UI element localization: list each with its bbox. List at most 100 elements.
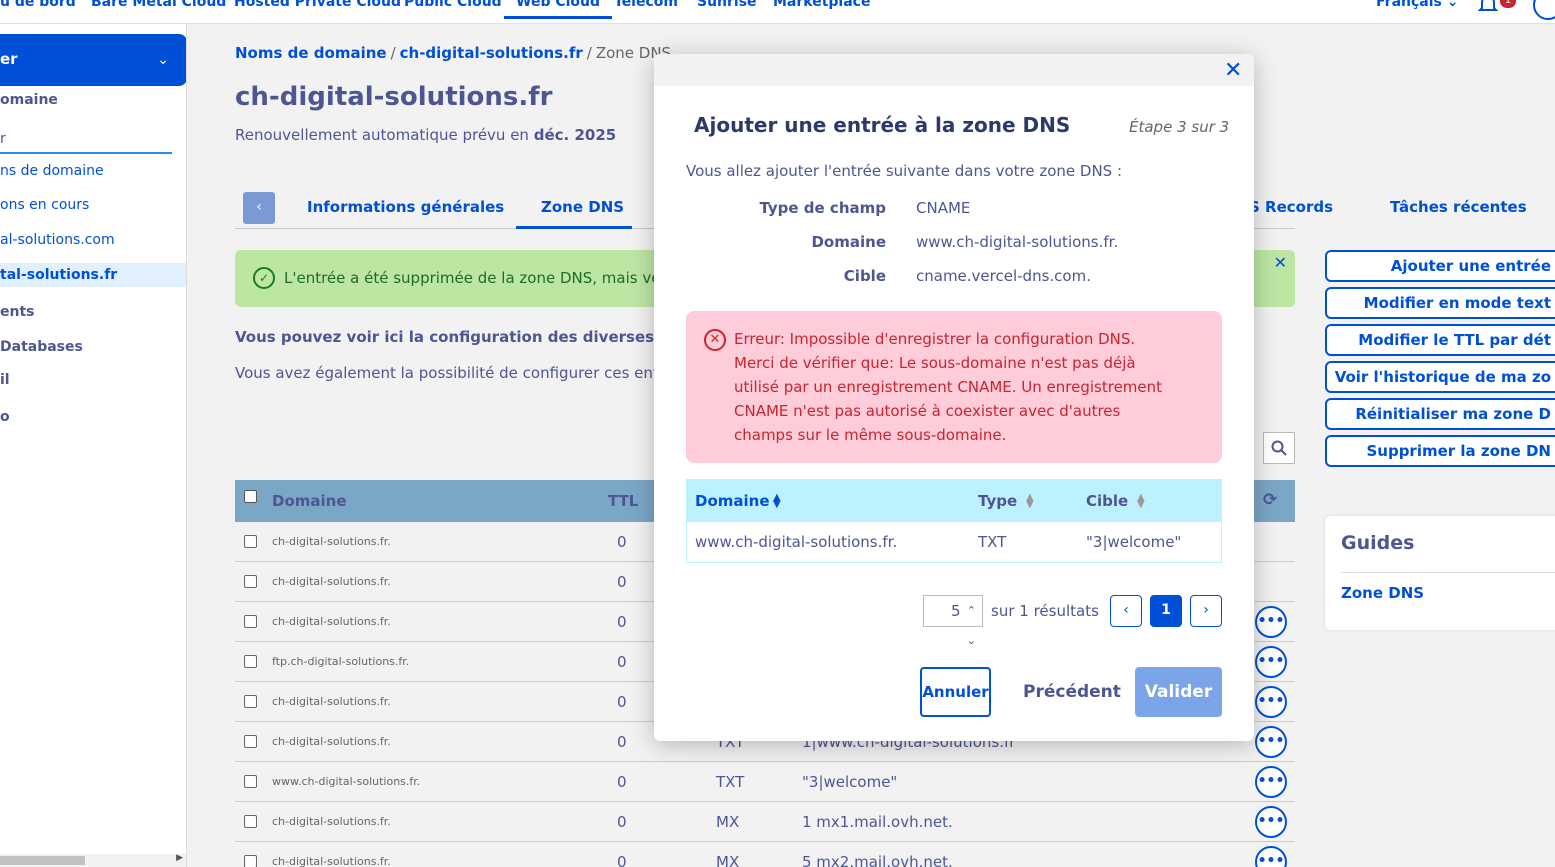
- more-options-icon[interactable]: •••: [1255, 806, 1287, 838]
- field-type-value: CNAME: [916, 199, 971, 217]
- tab-dns-zone[interactable]: Zone DNS: [541, 198, 624, 216]
- row-checkbox[interactable]: [244, 535, 257, 548]
- tab-recent-tasks[interactable]: Tâches récentes: [1390, 198, 1527, 216]
- row-ttl: 0: [617, 693, 627, 711]
- edit-text-mode-button[interactable]: Modifier en mode text: [1325, 287, 1555, 319]
- page-size-select[interactable]: 5 ⌃ ⌄: [923, 595, 983, 647]
- language-selector[interactable]: Français ⌄: [1376, 0, 1458, 10]
- sidebar-item-domain-names[interactable]: ns de domaine: [0, 163, 104, 179]
- tab-general-info[interactable]: Informations générales: [307, 198, 504, 216]
- field-type: Type de champ CNAME: [654, 199, 1254, 219]
- breadcrumb: Noms de domaine / ch-digital-solutions.fr /…: [235, 44, 672, 62]
- previous-button[interactable]: Précédent: [1023, 682, 1121, 702]
- reset-zone-button[interactable]: Réinitialiser ma zone D: [1325, 398, 1555, 430]
- field-domain-label: Domaine: [811, 233, 886, 251]
- nav-item-sunrise[interactable]: Sunrise: [697, 0, 757, 10]
- close-icon[interactable]: ✕: [1274, 253, 1287, 272]
- breadcrumb-domain[interactable]: ch-digital-solutions.fr: [400, 44, 583, 62]
- modal-title: Ajouter une entrée à la zone DNS: [694, 113, 1071, 137]
- sidebar-section-email[interactable]: il: [0, 372, 10, 388]
- sidebar-item-domain-com[interactable]: al-solutions.com: [0, 232, 115, 248]
- more-options-icon[interactable]: •••: [1255, 726, 1287, 758]
- sidebar-section-databases[interactable]: Databases: [0, 339, 83, 355]
- more-options-icon[interactable]: •••: [1255, 766, 1287, 798]
- view-history-button[interactable]: Voir l'historique de ma zo: [1325, 361, 1555, 393]
- column-header-type[interactable]: Type: [978, 492, 1017, 510]
- more-options-icon[interactable]: •••: [1255, 686, 1287, 718]
- submit-button[interactable]: Valider: [1135, 667, 1222, 717]
- row-ttl: 0: [617, 813, 627, 831]
- sidebar-search-input[interactable]: r: [0, 128, 172, 154]
- sidebar-item-domain-fr[interactable]: tal-solutions.fr: [0, 267, 117, 283]
- row-type: MX: [716, 853, 740, 867]
- row-domain: ch-digital-solutions.fr.: [272, 535, 391, 548]
- nav-item-dashboard[interactable]: u de bord: [0, 0, 76, 10]
- top-navigation: u de bord Bare Metal Cloud Hosted Privat…: [0, 0, 1555, 24]
- notification-badge: 1: [1500, 0, 1516, 8]
- row-checkbox[interactable]: [244, 695, 257, 708]
- scroll-right-icon[interactable]: ▶: [176, 853, 183, 863]
- scrollbar-thumb[interactable]: [0, 856, 85, 865]
- nav-item-hosted-private-cloud[interactable]: Hosted Private Cloud: [234, 0, 401, 10]
- row-ttl: 0: [617, 533, 627, 551]
- row-checkbox[interactable]: [244, 655, 257, 668]
- column-header-domain[interactable]: Domaine: [695, 492, 770, 510]
- row-checkbox[interactable]: [244, 615, 257, 628]
- row-checkbox[interactable]: [244, 775, 257, 788]
- tab-records[interactable]: S Records: [1249, 198, 1333, 216]
- search-button[interactable]: [1263, 432, 1295, 464]
- sidebar-scrollbar[interactable]: ▶: [0, 853, 186, 867]
- renewal-prefix: Renouvellement automatique prévu en: [235, 126, 529, 144]
- select-all-checkbox[interactable]: [244, 490, 257, 503]
- row-target: 1 mx1.mail.ovh.net.: [802, 813, 953, 831]
- user-avatar[interactable]: [1533, 0, 1555, 20]
- sidebar-service-selector[interactable]: er ⌄: [0, 34, 186, 86]
- row-ttl: 0: [617, 613, 627, 631]
- close-icon[interactable]: ✕: [1224, 58, 1242, 83]
- sort-icon[interactable]: ▲ ▼: [773, 493, 781, 510]
- page-button-current[interactable]: 1: [1150, 595, 1182, 627]
- row-target: "3|welcome": [802, 773, 898, 791]
- field-target-label: Cible: [843, 267, 886, 285]
- nav-item-telecom[interactable]: Telecom: [614, 0, 678, 10]
- nav-item-web-cloud[interactable]: Web Cloud: [504, 0, 613, 19]
- sort-icon[interactable]: ▲ ▼: [1026, 493, 1034, 510]
- table-row: ch-digital-solutions.fr. 0 MX 5 mx2.mail.ov…: [235, 842, 1295, 867]
- row-checkbox[interactable]: [244, 855, 257, 867]
- nav-item-public-cloud[interactable]: Public Cloud: [404, 0, 502, 10]
- conflict-records-table: Domaine ▲ ▼ Type ▲ ▼ Cible ▲ ▼ www.ch-digit…: [686, 479, 1222, 563]
- edit-default-ttl-button[interactable]: Modifier le TTL par dét: [1325, 324, 1555, 356]
- page-size-value: 5: [951, 602, 961, 620]
- row-type: TXT: [716, 773, 745, 791]
- previous-page-button[interactable]: ‹: [1110, 595, 1142, 627]
- nav-item-marketplace[interactable]: Marketplace: [773, 0, 870, 10]
- delete-zone-button[interactable]: Supprimer la zone DN: [1325, 435, 1555, 467]
- nav-item-bare-metal-cloud[interactable]: Bare Metal Cloud: [91, 0, 226, 10]
- sidebar-section-other[interactable]: o: [0, 409, 10, 425]
- refresh-icon[interactable]: ⟳: [1263, 490, 1277, 510]
- column-header-target[interactable]: Cible: [1086, 492, 1128, 510]
- row-ttl: 0: [617, 853, 627, 867]
- field-type-label: Type de champ: [759, 199, 886, 217]
- pagination: 5 ⌃ ⌄ sur 1 résultats ‹ 1 ›: [654, 594, 1254, 647]
- row-checkbox[interactable]: [244, 735, 257, 748]
- row-checkbox[interactable]: [244, 575, 257, 588]
- sidebar-section-hosting[interactable]: ents: [0, 304, 35, 320]
- add-entry-button[interactable]: Ajouter une entrée: [1325, 250, 1555, 282]
- more-options-icon[interactable]: •••: [1255, 646, 1287, 678]
- tabs-scroll-left-button[interactable]: ‹: [243, 192, 275, 224]
- column-header-ttl[interactable]: TTL: [608, 492, 638, 510]
- more-options-icon[interactable]: •••: [1255, 846, 1287, 867]
- column-header-domain[interactable]: Domaine: [272, 492, 347, 510]
- language-label: Français: [1376, 0, 1442, 10]
- bell-icon[interactable]: [1478, 0, 1498, 16]
- more-options-icon[interactable]: •••: [1255, 606, 1287, 638]
- guide-link-dns-zone[interactable]: Zone DNS: [1341, 584, 1424, 602]
- sidebar-item-operations[interactable]: ons en cours: [0, 197, 89, 213]
- next-page-button[interactable]: ›: [1190, 595, 1222, 627]
- cancel-button[interactable]: Annuler: [920, 667, 991, 717]
- add-dns-entry-modal: ✕ Ajouter une entrée à la zone DNS Étape…: [654, 54, 1254, 741]
- breadcrumb-domain-names[interactable]: Noms de domaine: [235, 44, 387, 62]
- sort-icon[interactable]: ▲ ▼: [1137, 493, 1145, 510]
- row-checkbox[interactable]: [244, 815, 257, 828]
